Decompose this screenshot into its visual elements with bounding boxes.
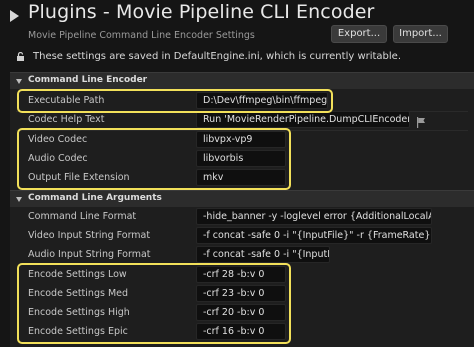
section-command-line-encoder[interactable]: Command Line Encoder	[10, 72, 474, 89]
import-button[interactable]: Import...	[393, 25, 448, 43]
highlight-box-encode-settings	[17, 263, 291, 344]
property-label: Command Line Format	[28, 211, 137, 222]
flag-icon[interactable]	[416, 117, 426, 128]
unlock-icon	[17, 52, 24, 61]
row-video-input-string-format: Video Input String Format -f concat -saf…	[16, 227, 468, 245]
row-command-line-format: Command Line Format -hide_banner -y -log…	[16, 208, 468, 226]
command-line-format-field[interactable]: -hide_banner -y -loglevel error {Additio…	[196, 208, 432, 225]
export-button[interactable]: Export...	[331, 25, 387, 43]
section-title: Command Line Arguments	[28, 193, 162, 203]
property-label: Video Input String Format	[28, 230, 151, 241]
section-command-line-arguments[interactable]: Command Line Arguments	[10, 190, 474, 207]
audio-input-string-format-field[interactable]: -f concat -safe 0 -i "{InputFile}"	[196, 246, 330, 263]
video-input-string-format-field[interactable]: -f concat -safe 0 -i "{InputFile}" -r {F…	[196, 227, 432, 244]
property-label: Audio Input String Format	[28, 249, 151, 260]
page-title: Plugins - Movie Pipeline CLI Encoder	[28, 1, 375, 23]
codec-help-text-field[interactable]: Run 'MovieRenderPipeline.DumpCLIEncoderC…	[196, 111, 410, 128]
property-label: Codec Help Text	[28, 114, 105, 125]
highlight-box-codec-settings	[17, 128, 291, 190]
section-title: Command Line Encoder	[28, 75, 148, 85]
writable-notice: These settings are saved in DefaultEngin…	[33, 51, 402, 62]
expand-triangle-icon	[16, 197, 22, 202]
row-audio-input-string-format: Audio Input String Format -f concat -saf…	[16, 246, 468, 264]
row-codec-help-text: Codec Help Text Run 'MovieRenderPipeline…	[16, 111, 468, 129]
header: Plugins - Movie Pipeline CLI Encoder Mov…	[0, 0, 474, 72]
highlight-box-executable-path	[17, 89, 333, 113]
expand-triangle-icon	[16, 79, 22, 84]
page-subtitle: Movie Pipeline Command Line Encoder Sett…	[28, 30, 255, 41]
collapse-arrow-icon[interactable]	[10, 10, 19, 22]
